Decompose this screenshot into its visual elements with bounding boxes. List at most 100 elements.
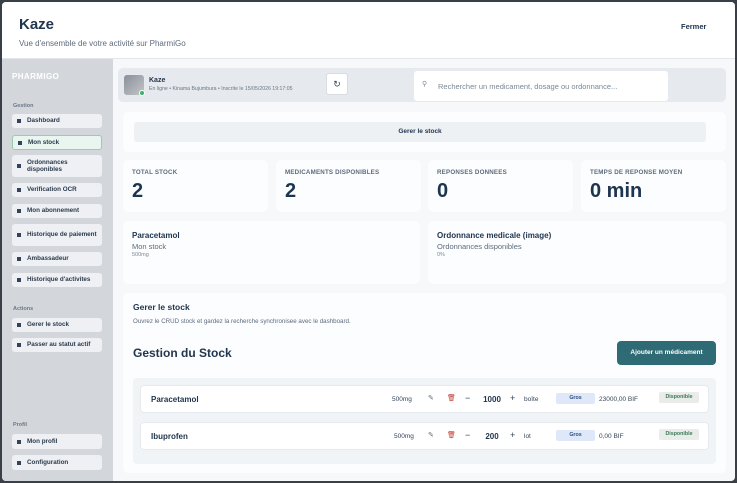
increment-button[interactable]: + bbox=[510, 393, 515, 403]
item-name: Ibuprofen bbox=[151, 432, 188, 441]
bullet-icon bbox=[18, 140, 22, 145]
stat-reponses-donnees: REPONSES DONNEES 0 bbox=[428, 160, 573, 212]
sidebar-item-label: Gerer le stock bbox=[27, 321, 70, 329]
sidebar-item-label: Ambassadeur bbox=[27, 255, 69, 263]
info-subtitle: Mon stock bbox=[132, 242, 167, 251]
decrement-button[interactable]: − bbox=[465, 393, 470, 403]
sidebar-item-label: Historique d'activites bbox=[27, 276, 91, 284]
bullet-icon bbox=[17, 209, 21, 213]
sidebar-item-mon-stock[interactable]: Mon stock bbox=[12, 135, 102, 150]
item-price: 23000,00 BIF bbox=[599, 396, 639, 403]
bullet-icon bbox=[17, 323, 21, 327]
section-title: Gerer le stock bbox=[133, 302, 190, 312]
sidebar-item-configuration[interactable]: Configuration bbox=[12, 455, 102, 470]
decrement-button[interactable]: − bbox=[465, 430, 470, 440]
stat-value: 0 min bbox=[590, 180, 643, 202]
stat-title: TOTAL STOCK bbox=[132, 169, 178, 176]
avatar bbox=[124, 75, 145, 96]
sidebar-item-dashboard[interactable]: Dashboard bbox=[12, 114, 102, 128]
close-button[interactable]: Fermer bbox=[681, 22, 706, 31]
bullet-icon bbox=[17, 343, 21, 347]
bullet-icon bbox=[17, 233, 21, 237]
profile-meta: En ligne • Kinama Bujumbura • Inscrite l… bbox=[149, 86, 293, 92]
profile-bar: Kaze En ligne • Kinama Bujumbura • Inscr… bbox=[118, 68, 726, 102]
stat-value: 2 bbox=[132, 180, 144, 202]
stock-management-card: Gerer le stock Ouvrez le CRUD stock et g… bbox=[123, 293, 726, 473]
item-quantity[interactable]: 1000 bbox=[479, 395, 505, 404]
info-card-stock[interactable]: Paracetamol Mon stock 500mg bbox=[123, 221, 420, 284]
info-title: Ordonnance medicale (image) bbox=[437, 231, 552, 240]
stat-title: MEDICAMENTS DISPONIBLES bbox=[285, 169, 380, 176]
sidebar-item-mon-profil[interactable]: Mon profil bbox=[12, 434, 102, 449]
sidebar-item-label: Mon abonnement bbox=[27, 207, 80, 215]
sidebar-item-label: Mon profil bbox=[27, 437, 58, 445]
type-badge: Gros bbox=[556, 430, 595, 441]
sidebar-item-statut-actif[interactable]: Passer au statut actif bbox=[12, 338, 102, 352]
sidebar-item-label: Mon stock bbox=[28, 138, 60, 146]
item-price: 0,00 BIF bbox=[599, 433, 624, 440]
section-description: Ouvrez le CRUD stock et gardez la recher… bbox=[133, 318, 351, 325]
section-label-profil: Profil bbox=[13, 422, 28, 428]
sidebar-item-historique-paiement[interactable]: Historique de paiement bbox=[12, 224, 102, 246]
type-badge: Gros bbox=[556, 393, 595, 404]
stat-temps-reponse: TEMPS DE REPONSE MOYEN 0 min bbox=[581, 160, 726, 212]
profile-name: Kaze bbox=[149, 77, 166, 84]
page-subtitle: Vue d'ensemble de votre activité sur Pha… bbox=[19, 39, 186, 48]
list-item: Ibuprofen 500mg ✎ 🗑 − 200 + lot Gros 0,0… bbox=[140, 422, 709, 450]
search-box: ⚲ bbox=[414, 71, 668, 101]
search-input[interactable] bbox=[438, 77, 662, 95]
trash-icon[interactable]: 🗑 bbox=[447, 431, 456, 439]
sidebar-item-gerer-stock[interactable]: Gerer le stock bbox=[12, 318, 102, 332]
sidebar-item-abonnement[interactable]: Mon abonnement bbox=[12, 204, 102, 218]
stat-title: TEMPS DE REPONSE MOYEN bbox=[590, 169, 683, 176]
sidebar-item-label: Historique de paiement bbox=[27, 231, 97, 239]
section-label-gestion: Gestion bbox=[13, 103, 34, 109]
item-name: Paracetamol bbox=[151, 395, 199, 404]
stat-medicaments-disponibles: MEDICAMENTS DISPONIBLES 2 bbox=[276, 160, 421, 212]
bullet-icon bbox=[17, 460, 21, 465]
bullet-icon bbox=[17, 188, 21, 192]
sidebar-item-verification-ocr[interactable]: Verification OCR bbox=[12, 183, 102, 197]
item-dosage: 500mg bbox=[392, 396, 412, 403]
manage-stock-button[interactable]: Gerer le stock bbox=[134, 122, 706, 142]
stat-value: 0 bbox=[437, 180, 449, 202]
edit-icon[interactable]: ✎ bbox=[428, 431, 434, 439]
stat-title: REPONSES DONNEES bbox=[437, 169, 507, 176]
online-status-icon bbox=[139, 90, 145, 96]
refresh-button[interactable]: ↻ bbox=[326, 73, 348, 95]
status-badge: Disponible bbox=[659, 392, 699, 403]
top-header: Kaze Vue d'ensemble de votre activité su… bbox=[2, 2, 735, 59]
item-quantity[interactable]: 200 bbox=[479, 432, 505, 441]
sidebar: PHARMIGO Gestion Dashboard Mon stock Ord… bbox=[2, 59, 113, 481]
stock-heading: Gestion du Stock bbox=[133, 346, 232, 360]
item-unit: lot bbox=[524, 433, 531, 440]
add-medicament-button[interactable]: Ajouter un médicament bbox=[617, 341, 716, 365]
bullet-icon bbox=[17, 439, 21, 444]
sidebar-item-label: Passer au statut actif bbox=[27, 341, 91, 349]
bullet-icon bbox=[17, 119, 21, 123]
bullet-icon bbox=[17, 278, 21, 282]
stat-value: 2 bbox=[285, 180, 297, 202]
info-detail: 500mg bbox=[132, 252, 149, 258]
refresh-icon: ↻ bbox=[333, 79, 341, 89]
list-item: Paracetamol 500mg ✎ 🗑 − 1000 + boîte Gro… bbox=[140, 385, 709, 413]
app-window: Kaze Vue d'ensemble de votre activité su… bbox=[2, 2, 735, 481]
bullet-icon bbox=[17, 164, 21, 168]
status-badge: Disponible bbox=[659, 429, 699, 440]
increment-button[interactable]: + bbox=[510, 430, 515, 440]
info-card-ordonnance[interactable]: Ordonnance medicale (image) Ordonnances … bbox=[428, 221, 726, 284]
stock-list: Paracetamol 500mg ✎ 🗑 − 1000 + boîte Gro… bbox=[133, 378, 716, 464]
sidebar-item-historique-activites[interactable]: Historique d'activites bbox=[12, 273, 102, 287]
sidebar-item-label: Configuration bbox=[27, 458, 69, 466]
page-title: Kaze bbox=[19, 16, 55, 33]
info-subtitle: Ordonnances disponibles bbox=[437, 242, 522, 251]
main-content: Kaze En ligne • Kinama Bujumbura • Inscr… bbox=[113, 59, 735, 481]
edit-icon[interactable]: ✎ bbox=[428, 394, 434, 402]
item-unit: boîte bbox=[524, 396, 539, 403]
sidebar-item-label: Dashboard bbox=[27, 117, 60, 125]
sidebar-item-ordonnances[interactable]: Ordonnances disponibles bbox=[12, 155, 102, 177]
section-label-actions: Actions bbox=[13, 306, 34, 312]
trash-icon[interactable]: 🗑 bbox=[447, 394, 456, 402]
sidebar-item-ambassadeur[interactable]: Ambassadeur bbox=[12, 252, 102, 266]
brand-logo: PHARMIGO bbox=[12, 72, 60, 81]
